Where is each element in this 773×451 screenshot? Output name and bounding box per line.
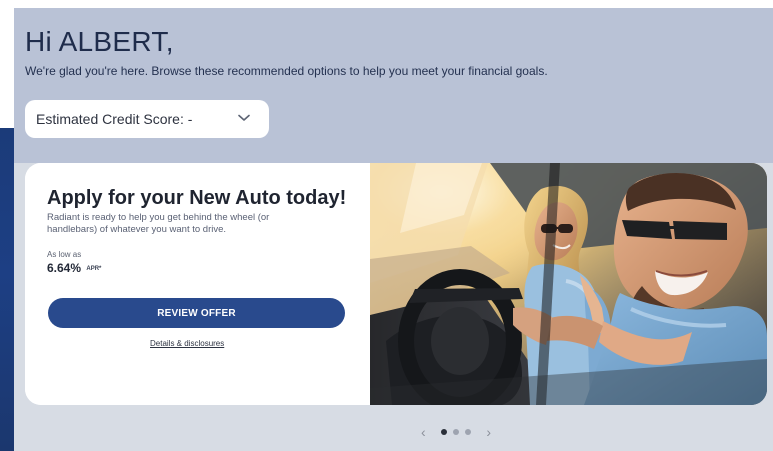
auto-offer-card: Apply for your New Auto today! Radiant i… bbox=[25, 163, 767, 405]
rate-value-line: 6.64% APR* bbox=[47, 262, 101, 274]
chevron-left-icon[interactable]: ‹ bbox=[421, 425, 426, 439]
offer-content: Apply for your New Auto today! Radiant i… bbox=[25, 163, 370, 405]
offer-carousel-controls: ‹ › bbox=[0, 422, 773, 442]
review-offer-button[interactable]: REVIEW OFFER bbox=[48, 298, 345, 328]
page-stage: Hi ALBERT, We're glad you're here. Brows… bbox=[0, 0, 773, 451]
apr-rate: 6.64% bbox=[47, 261, 82, 275]
rate-caption: As low as bbox=[47, 250, 82, 259]
estimated-credit-score-label: Estimated Credit Score: - bbox=[36, 111, 193, 127]
carousel-dot[interactable] bbox=[441, 429, 447, 435]
greeting-title: Hi ALBERT, bbox=[25, 26, 174, 57]
apr-unit: APR* bbox=[86, 265, 102, 272]
carousel-dot[interactable] bbox=[453, 429, 459, 435]
carousel-inner: ‹ › bbox=[421, 422, 491, 442]
auto-offer-photo bbox=[370, 163, 767, 405]
chevron-right-icon[interactable]: › bbox=[486, 425, 491, 439]
chevron-down-icon bbox=[238, 112, 250, 124]
carousel-dot[interactable] bbox=[465, 429, 471, 435]
left-page-edge bbox=[0, 128, 14, 451]
greeting-subtitle: We're glad you're here. Browse these rec… bbox=[25, 64, 548, 78]
offer-description: Radiant is ready to help you get behind … bbox=[47, 212, 270, 235]
details-disclosures-link[interactable]: Details & disclosures bbox=[150, 339, 224, 348]
estimated-credit-score-select[interactable]: Estimated Credit Score: - bbox=[25, 100, 269, 138]
offer-title: Apply for your New Auto today! bbox=[47, 187, 347, 209]
carousel-dots bbox=[441, 429, 471, 435]
